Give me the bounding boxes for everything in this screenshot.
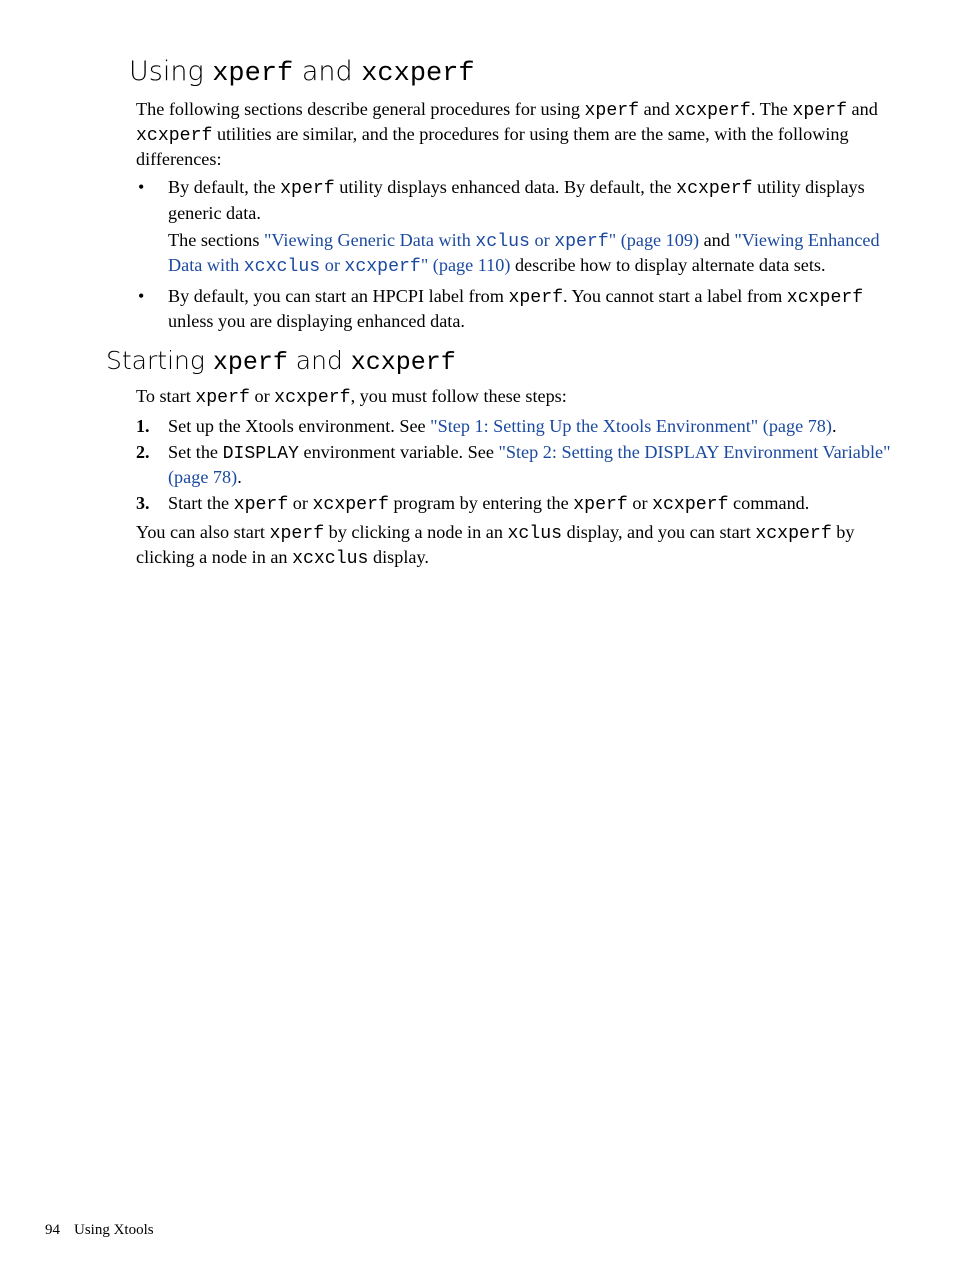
inline-code: xperf — [584, 101, 639, 121]
inline-code: xcxperf — [676, 179, 752, 199]
inline-code: xperf — [508, 288, 563, 308]
content-block: Using xperf and xcxperf The following se… — [136, 55, 892, 571]
text: . — [832, 416, 837, 436]
page-footer: 94 Using Xtools — [45, 1222, 154, 1239]
step-item: Set up the Xtools environment. See "Step… — [136, 415, 892, 438]
heading-code: xcxperf — [351, 348, 456, 377]
text: , you must follow these steps: — [351, 386, 567, 406]
outro-paragraph: You can also start xperf by clicking a n… — [136, 521, 892, 572]
section-heading-starting: Starting xperf and xcxperf — [106, 345, 892, 379]
inline-code: xcxperf — [755, 524, 831, 544]
inline-code: xcxclus — [244, 257, 320, 277]
inline-code: xcxperf — [274, 388, 350, 408]
text: and — [847, 99, 878, 119]
inline-code: xperf — [270, 524, 325, 544]
heading-text: and — [293, 56, 361, 87]
heading-text: Starting — [106, 346, 213, 375]
list-item: By default, the xperf utility displays e… — [136, 176, 892, 279]
text: . The — [751, 99, 793, 119]
text: or — [250, 386, 274, 406]
starting-intro-paragraph: To start xperf or xcxperf, you must foll… — [136, 385, 892, 410]
inline-code: xperf — [195, 388, 250, 408]
text: The following sections describe general … — [136, 99, 584, 119]
text: By default, the — [168, 177, 280, 197]
text: program by entering the — [389, 493, 573, 513]
cross-reference-link[interactable]: "Step 1: Setting Up the Xtools Environme… — [430, 416, 832, 436]
inline-code: xclus — [507, 524, 562, 544]
difference-list: By default, the xperf utility displays e… — [136, 176, 892, 333]
text: utility displays enhanced data. By defau… — [335, 177, 676, 197]
inline-code: xcxperf — [674, 101, 750, 121]
inline-code: xcxclus — [292, 549, 368, 569]
footer-title: Using Xtools — [74, 1222, 154, 1238]
list-item-para: By default, you can start an HPCPI label… — [168, 285, 892, 334]
list-item-subpara: The sections "Viewing Generic Data with … — [168, 229, 892, 280]
text: command. — [729, 493, 810, 513]
inline-code: xclus — [475, 232, 530, 252]
inline-code: DISPLAY — [223, 444, 299, 464]
list-item: By default, you can start an HPCPI label… — [136, 285, 892, 334]
text: unless you are displaying enhanced data. — [168, 311, 465, 331]
inline-code: xperf — [573, 495, 628, 515]
text: by clicking a node in an — [324, 522, 507, 542]
steps-list: Set up the Xtools environment. See "Step… — [136, 415, 892, 518]
link-text: "Viewing Generic Data with — [264, 230, 475, 250]
inline-code: xcxperf — [136, 126, 212, 146]
text: display. — [368, 547, 428, 567]
heading-code: xperf — [213, 348, 288, 377]
page-number: 94 — [45, 1222, 60, 1238]
inline-code: xperf — [280, 179, 335, 199]
inline-code: xperf — [234, 495, 289, 515]
intro-paragraph: The following sections describe general … — [136, 98, 892, 172]
heading-text: Using — [129, 56, 212, 87]
inline-code: xcxperf — [787, 288, 863, 308]
text: utilities are similar, and the procedure… — [136, 124, 849, 169]
inline-code: xcxperf — [652, 495, 728, 515]
step-item: Start the xperf or xcxperf program by en… — [136, 492, 892, 517]
text: . You cannot start a label from — [563, 286, 787, 306]
text: . — [237, 467, 242, 487]
text: and — [699, 230, 734, 250]
text: or — [628, 493, 652, 513]
heading-text: and — [288, 346, 351, 375]
text: The sections — [168, 230, 264, 250]
text: describe how to display alternate data s… — [510, 255, 825, 275]
text: environment variable. See — [299, 442, 499, 462]
text: To start — [136, 386, 195, 406]
link-text: or — [320, 255, 344, 275]
text: Set the — [168, 442, 223, 462]
inline-code: xperf — [792, 101, 847, 121]
page: Using xperf and xcxperf The following se… — [0, 0, 954, 1271]
step-item: Set the DISPLAY environment variable. Se… — [136, 441, 892, 490]
text: You can also start — [136, 522, 270, 542]
section-heading-using: Using xperf and xcxperf — [129, 55, 892, 92]
link-text: or — [530, 230, 554, 250]
inline-code: xcxperf — [344, 257, 420, 277]
text: or — [288, 493, 312, 513]
text: Set up the Xtools environment. See — [168, 416, 430, 436]
inline-code: xperf — [554, 232, 609, 252]
text: and — [639, 99, 674, 119]
link-text: " (page 110) — [421, 255, 511, 275]
inline-code: xcxperf — [313, 495, 389, 515]
text: display, and you can start — [562, 522, 755, 542]
list-item-para: By default, the xperf utility displays e… — [168, 176, 892, 225]
text: By default, you can start an HPCPI label… — [168, 286, 508, 306]
heading-code: xcxperf — [361, 59, 474, 89]
link-text: " (page 109) — [609, 230, 699, 250]
text: Start the — [168, 493, 234, 513]
cross-reference-link[interactable]: "Viewing Generic Data with xclus or xper… — [264, 230, 699, 250]
heading-code: xperf — [212, 59, 293, 89]
